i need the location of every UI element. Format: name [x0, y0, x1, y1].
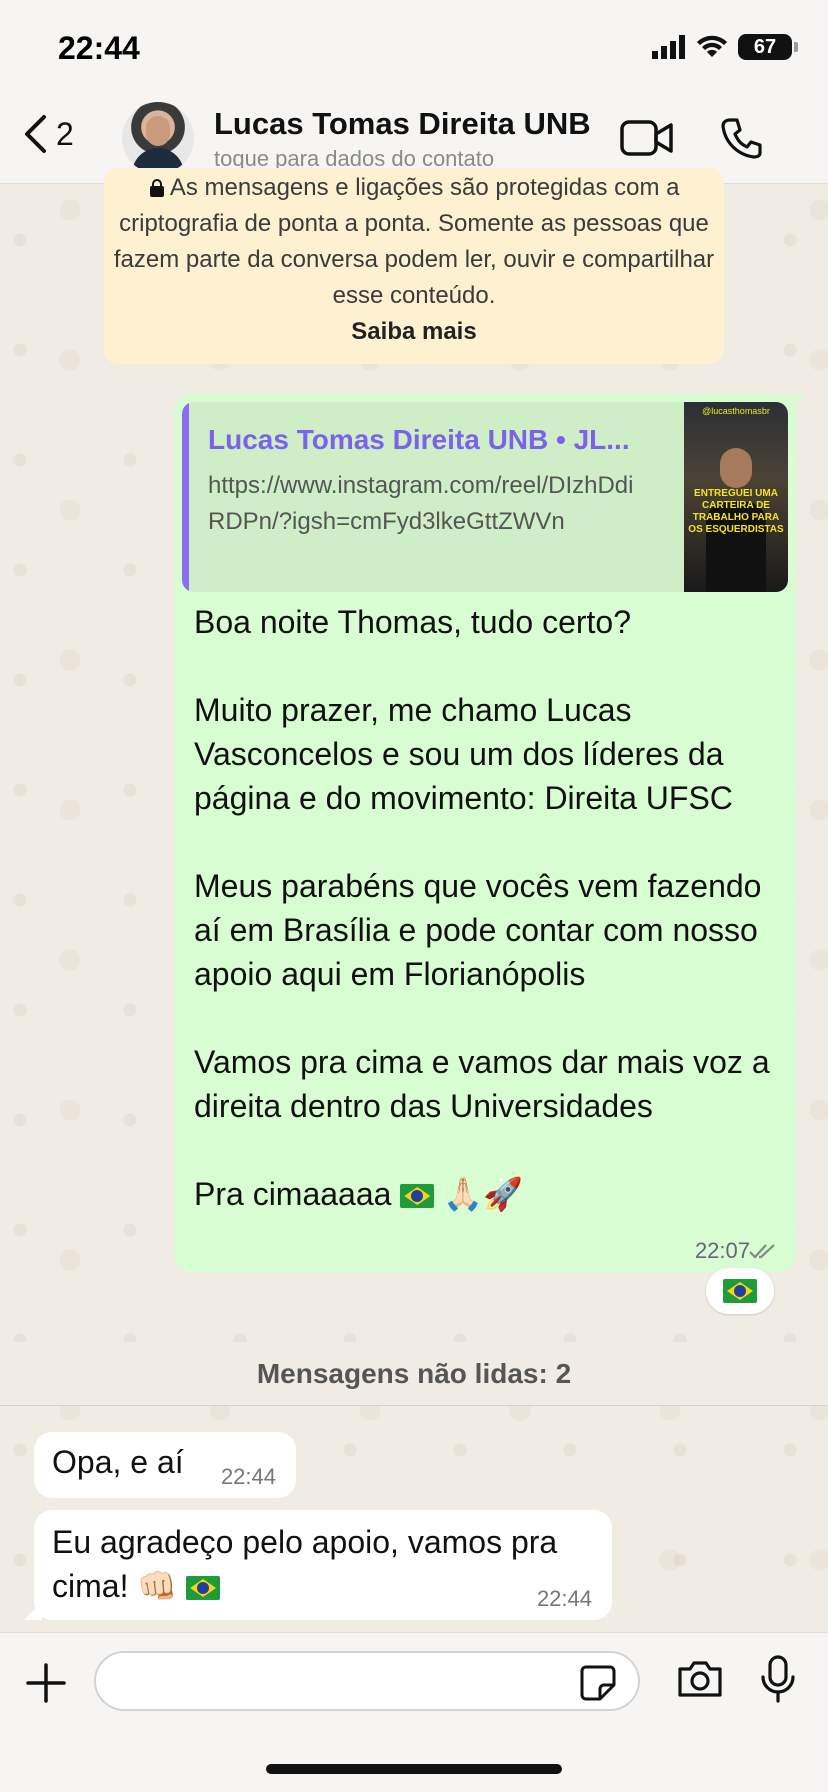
thumbnail-caption: ENTREGUEI UMA CARTEIRA DE TRABALHO PARA …: [688, 488, 784, 535]
voice-call-icon[interactable]: [720, 116, 764, 160]
home-indicator[interactable]: [266, 1764, 562, 1774]
message-timestamp: 22:07: [694, 1238, 750, 1263]
link-preview-accent: [182, 402, 189, 592]
brazil-flag-emoji: [186, 1576, 221, 1600]
cellular-signal-icon: [652, 35, 685, 59]
microphone-icon[interactable]: [760, 1655, 796, 1703]
link-preview-url[interactable]: https://www.instagram.com/reel/DIzhDdiRD…: [208, 468, 648, 540]
message-emoji-tail: 🙏🏻🚀: [443, 1176, 523, 1212]
back-button[interactable]: 2: [22, 114, 74, 154]
encryption-message: As mensagens e ligações são protegidas c…: [113, 174, 715, 309]
read-receipt-icon: [749, 1244, 775, 1259]
lock-icon: [149, 179, 164, 197]
link-preview-thumbnail[interactable]: @lucasthomasbr ENTREGUEI UMA CARTEIRA DE…: [684, 402, 788, 592]
status-bar: 22:44 67: [0, 0, 828, 96]
status-icons: 67: [652, 34, 798, 60]
outgoing-message-bubble[interactable]: Lucas Tomas Direita UNB • JL... https://…: [174, 394, 806, 1272]
brazil-flag-emoji: [723, 1279, 757, 1303]
camera-icon[interactable]: [676, 1659, 724, 1699]
message-input[interactable]: [94, 1651, 640, 1711]
chevron-left-icon: [25, 115, 46, 153]
video-call-icon[interactable]: [620, 118, 674, 158]
status-time: 22:44: [58, 30, 140, 66]
message-body: Boa noite Thomas, tudo certo? Muito praz…: [194, 604, 770, 1212]
sticker-icon[interactable]: [578, 1663, 618, 1703]
incoming-message-bubble[interactable]: Eu agradeço pelo apoio, vamos pra cima! …: [24, 1510, 612, 1620]
unread-messages-divider: Mensagens não lidas: 2: [0, 1342, 828, 1406]
brazil-flag-emoji: [400, 1184, 435, 1208]
incoming-message-body: Eu agradeço pelo apoio, vamos pra cima! …: [52, 1524, 558, 1604]
thumbnail-face: [720, 448, 752, 488]
learn-more-link[interactable]: Saiba mais: [104, 314, 724, 350]
contact-name[interactable]: Lucas Tomas Direita UNB: [214, 106, 591, 142]
plus-icon[interactable]: [24, 1661, 68, 1705]
unread-chats-count: 2: [56, 115, 74, 152]
incoming-message-text: Eu agradeço pelo apoio, vamos pra cima! …: [52, 1520, 592, 1608]
avatar-face: [146, 116, 170, 146]
incoming-message-bubble[interactable]: Opa, e aí 22:44: [34, 1432, 296, 1498]
encryption-notice[interactable]: As mensagens e ligações são protegidas c…: [104, 168, 724, 364]
contact-avatar[interactable]: [122, 102, 194, 174]
incoming-message-time: 22:44: [220, 1464, 276, 1489]
battery-indicator: 67: [738, 34, 798, 60]
link-preview-title: Lucas Tomas Direita UNB • JL...: [208, 424, 630, 455]
incoming-message-time: 22:44: [536, 1586, 592, 1611]
link-preview[interactable]: Lucas Tomas Direita UNB • JL... https://…: [182, 402, 788, 592]
message-reaction[interactable]: [706, 1268, 774, 1314]
outgoing-message-text: Boa noite Thomas, tudo certo? Muito praz…: [194, 600, 784, 1216]
encryption-text: As mensagens e ligações são protegidas c…: [104, 170, 724, 314]
thumbnail-handle: @lucasthomasbr: [702, 406, 770, 416]
wifi-icon: [697, 35, 727, 57]
incoming-message-text: Opa, e aí: [52, 1444, 184, 1480]
